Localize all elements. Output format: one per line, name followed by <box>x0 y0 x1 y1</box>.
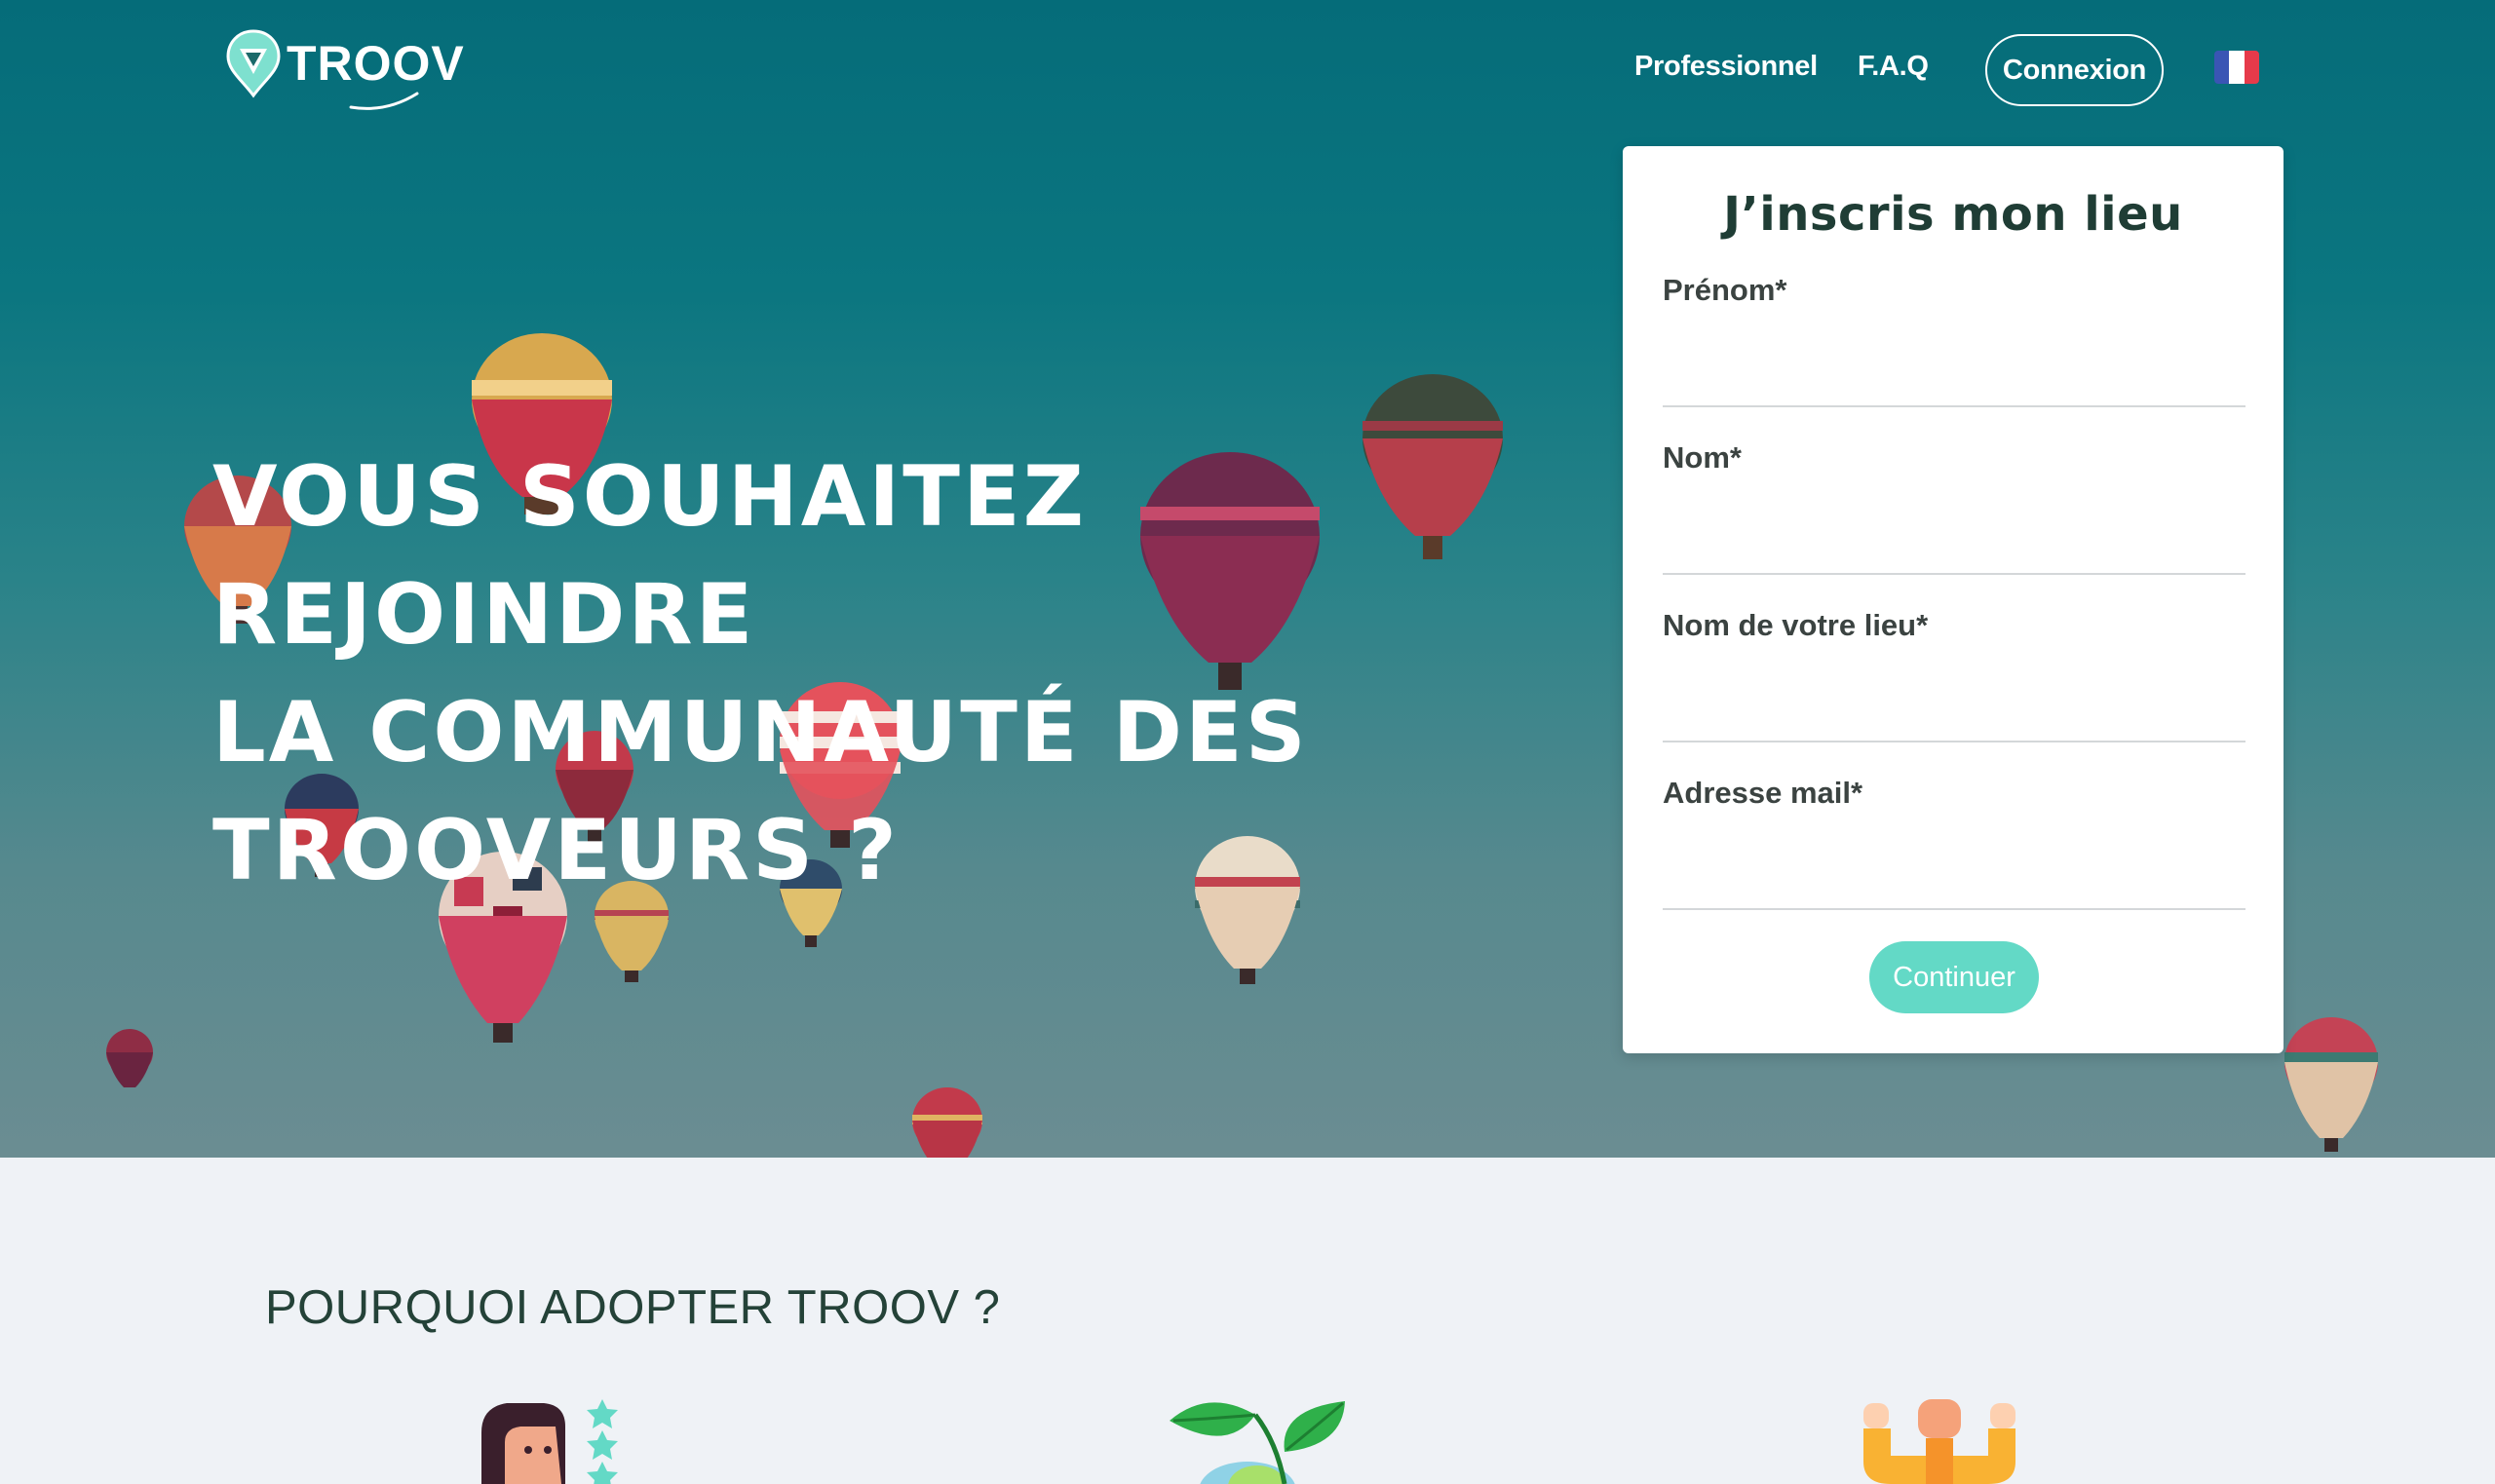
logo-pin-icon <box>226 29 281 98</box>
troov-logo[interactable]: TROOV <box>224 27 464 110</box>
hero-banner: TROOV Professionnel F.A.Q Connexion VOUS… <box>0 0 2495 1158</box>
hero-title: VOUS SOUHAITEZ REJOINDRE LA COMMUNAUTÉ D… <box>212 438 1577 910</box>
person-rating-icon <box>481 1399 618 1484</box>
nav-professionnel-link[interactable]: Professionnel <box>1634 51 1818 83</box>
balloon-image <box>912 1087 982 1158</box>
logo-text: TROOV <box>287 36 465 91</box>
strong-arms-icon <box>1863 1399 2015 1484</box>
hero-title-line: TROOVEURS ? <box>212 802 900 899</box>
hero-title-line: LA COMMUNAUTÉ DES <box>212 684 1309 781</box>
form-title: J’inscris mon lieu <box>1723 187 2183 242</box>
signup-form-card: J’inscris mon lieu Prénom* Nom* Nom de v… <box>1623 146 2284 1053</box>
lastname-input[interactable] <box>1663 507 2246 575</box>
flag-fr-icon[interactable] <box>2214 51 2259 84</box>
place-name-label: Nom de votre lieu* <box>1663 608 1929 642</box>
leaf-plant-icon <box>1170 1401 1345 1484</box>
continue-button[interactable]: Continuer <box>1869 941 2039 1013</box>
email-label: Adresse mail* <box>1663 776 1863 810</box>
balloon-image <box>2284 1017 2378 1152</box>
lastname-label: Nom* <box>1663 440 1742 475</box>
email-input[interactable] <box>1663 842 2246 910</box>
firstname-input[interactable] <box>1663 339 2246 407</box>
nav-faq-link[interactable]: F.A.Q <box>1858 51 1929 83</box>
why-section-title: POURQUOI ADOPTER TROOV ? <box>265 1281 1001 1334</box>
place-name-input[interactable] <box>1663 674 2246 742</box>
hero-title-line: VOUS SOUHAITEZ REJOINDRE <box>212 448 1088 664</box>
balloon-image <box>106 1029 153 1087</box>
connexion-button[interactable]: Connexion <box>1985 34 2164 106</box>
logo-swoosh-icon <box>349 92 419 110</box>
firstname-label: Prénom* <box>1663 273 1787 307</box>
